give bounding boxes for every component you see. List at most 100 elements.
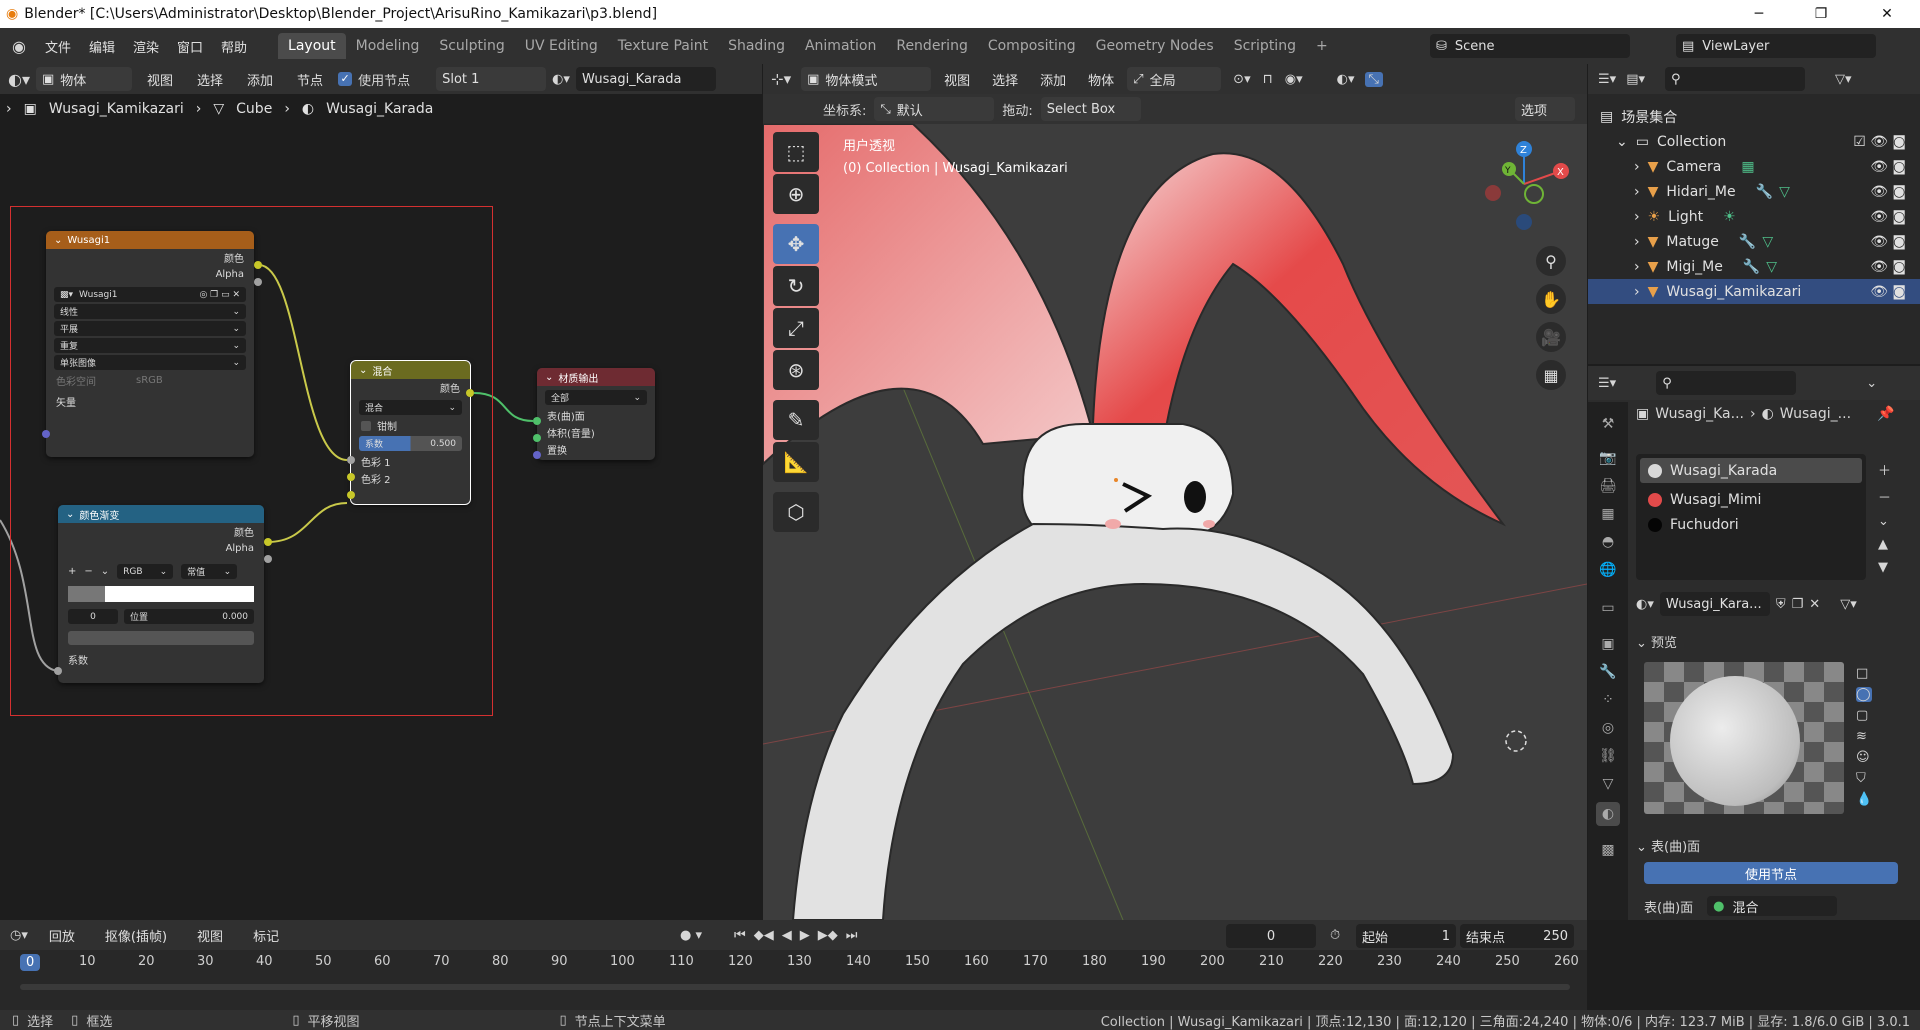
material-browse-icon[interactable]: ◐▾ <box>1636 597 1654 612</box>
vp-menu-object[interactable]: 物体 <box>1079 70 1123 89</box>
node-title[interactable]: ⌄ 颜色渐变 <box>58 505 264 523</box>
options-dropdown[interactable]: 选项 <box>1515 97 1575 121</box>
filter-icon[interactable]: ▽▾ <box>1835 72 1852 87</box>
tl-menu-view[interactable]: 视图 <box>188 926 232 945</box>
transform-tool[interactable]: ⊛ <box>773 350 819 390</box>
navigation-gizmo[interactable]: Z X Y <box>1479 134 1569 234</box>
image-selector[interactable]: ▩▾ Wusagi1 ◎ ❐ ▭ ✕ <box>54 287 246 302</box>
scale-tool[interactable]: ⤢ <box>773 308 819 348</box>
stop-index-field[interactable]: 0 <box>68 609 118 624</box>
socket-displacement-in[interactable] <box>533 451 541 459</box>
next-keyframe-icon[interactable]: ▶◆ <box>818 928 838 943</box>
preview-cube-icon[interactable]: ▢ <box>1856 708 1872 723</box>
tl-menu-keying[interactable]: 抠像(插帧) <box>96 926 176 945</box>
expand-icon[interactable]: › <box>1634 284 1640 300</box>
material-slot-list[interactable]: Wusagi_Karada Wusagi_Mimi Fuchudori <box>1636 454 1866 580</box>
view-layer-selector[interactable]: ▤ ViewLayer <box>1676 34 1876 58</box>
close-button[interactable]: ✕ <box>1864 0 1910 28</box>
material-output-node[interactable]: ⌄ 材质输出 全部 ⌄ 表(曲)面 体积(音量) 置换 <box>537 368 655 460</box>
material-name-field[interactable]: Wusagi_Kara... <box>1659 592 1770 616</box>
outliner-item-matuge[interactable]: › ▼ Matuge 🔧 ▽ 👁 ◙ <box>1588 229 1920 254</box>
scene-collection-row[interactable]: ▤ 场景集合 <box>1588 104 1920 129</box>
drag-dropdown[interactable]: Select Box <box>1040 97 1141 121</box>
surface-shader-field[interactable]: ● 混合 <box>1707 896 1838 916</box>
output-tab-icon[interactable]: 🖨 <box>1596 474 1620 498</box>
socket-surface-in[interactable] <box>533 417 541 425</box>
socket-alpha-out[interactable] <box>254 278 262 286</box>
preview-panel-header[interactable]: ⌄ 预览 <box>1636 632 1677 651</box>
menu-file[interactable]: 文件 <box>36 37 80 56</box>
socket-color2-in[interactable] <box>347 491 355 499</box>
menu-render[interactable]: 渲染 <box>124 37 168 56</box>
rotate-tool[interactable]: ↻ <box>773 266 819 306</box>
properties-editor[interactable]: ☰▾ ⚲ ⌄ ⚒ 📷 🖨 ▦ ◓ 🌐 ▭ ▣ 🔧 ⁘ ◎ ⛓ ▽ ◐ ▩ ▣ W… <box>1588 366 1920 920</box>
row-controls[interactable]: 👁 ◙ <box>1870 234 1906 250</box>
row-controls[interactable]: 👁 ◙ <box>1870 284 1906 300</box>
colorspace-row[interactable]: 色彩空间 sRGB <box>46 372 254 389</box>
remove-stop-button[interactable]: − <box>84 566 92 577</box>
editor-type-icon[interactable]: ☰▾ <box>1598 72 1616 87</box>
jump-end-icon[interactable]: ⏭ <box>846 928 858 943</box>
vp-menu-view[interactable]: 视图 <box>935 70 979 89</box>
row-controls[interactable]: ☑ 👁 ◙ <box>1853 134 1906 150</box>
tab-modeling[interactable]: Modeling <box>346 33 430 59</box>
playhead-frame[interactable]: 0 <box>20 954 41 971</box>
tab-compositing[interactable]: Compositing <box>978 33 1086 59</box>
proportional-edit-icon[interactable]: ◉▾ <box>1285 72 1303 87</box>
material-tab-icon[interactable]: ◐ <box>1596 802 1620 826</box>
expand-icon[interactable]: › <box>1634 259 1640 275</box>
play-icon[interactable]: ▶ <box>800 928 810 943</box>
play-reverse-icon[interactable]: ◀ <box>782 928 792 943</box>
row-controls[interactable]: 👁 ◙ <box>1870 209 1906 225</box>
world-tab-icon[interactable]: 🌐 <box>1596 558 1620 582</box>
outliner-item-hidari-me[interactable]: › ▼ Hidari_Me 🔧 ▽ 👁 ◙ <box>1588 179 1920 204</box>
socket-color-out[interactable] <box>254 261 262 269</box>
expand-icon[interactable]: › <box>1634 234 1640 250</box>
vp-menu-select[interactable]: 选择 <box>983 70 1027 89</box>
menu-edit[interactable]: 编辑 <box>80 37 124 56</box>
socket-vector-in[interactable] <box>42 430 50 438</box>
color-ramp-node[interactable]: ⌄ 颜色渐变 颜色 Alpha + − ⌄ RGB ⌄ 常值 ⌄ 0 位置 0.000 … <box>58 505 264 683</box>
gizmo-toggle-icon[interactable]: ⤡ <box>1364 71 1383 87</box>
fake-user-icon[interactable]: ⛨ <box>1776 597 1786 612</box>
cursor-tool[interactable]: ⊕ <box>773 174 819 214</box>
coord-dropdown[interactable]: ⤡ 默认 <box>874 97 995 121</box>
constraints-tab-icon[interactable]: ⛓ <box>1596 744 1620 768</box>
blend-mode-dropdown[interactable]: 混合 ⌄ <box>359 400 462 415</box>
stop-position-field[interactable]: 位置 0.000 <box>124 609 254 624</box>
image-buttons-icon[interactable]: ◎ ❐ ▭ ✕ <box>199 290 240 300</box>
jump-start-icon[interactable]: ⏮ <box>734 928 746 943</box>
camera-view-icon[interactable]: 🎥 <box>1536 322 1566 352</box>
record-button[interactable]: ● ▾ <box>680 928 702 943</box>
mix-node[interactable]: ⌄ 混合 颜色 混合 ⌄ 钳制 系数 0.500 色彩 1 色彩 2 <box>350 360 471 505</box>
render-tab-icon[interactable]: 📷 <box>1596 446 1620 470</box>
editor-type-icon[interactable]: ⊹▾ <box>771 70 791 88</box>
snap-icon[interactable]: ⊓ <box>1263 72 1273 87</box>
material-slot-item[interactable]: Wusagi_Karada <box>1640 458 1862 483</box>
annotate-tool[interactable]: ✎ <box>773 400 819 440</box>
ramp-interp-dropdown[interactable]: 常值 ⌄ <box>181 564 238 579</box>
tab-uv-editing[interactable]: UV Editing <box>515 33 608 59</box>
zoom-icon[interactable]: ⚲ <box>1536 246 1566 276</box>
menu-help[interactable]: 帮助 <box>212 37 256 56</box>
object-tab-icon[interactable]: ▣ <box>1596 632 1620 656</box>
row-controls[interactable]: 👁 ◙ <box>1870 159 1906 175</box>
outliner-item-light[interactable]: › ☀ Light ☀ 👁 ◙ <box>1588 204 1920 229</box>
data-tab-icon[interactable]: ▽ <box>1596 772 1620 796</box>
preview-monkey-icon[interactable]: ☺ <box>1856 750 1872 765</box>
node-title[interactable]: ⌄ 混合 <box>351 361 470 379</box>
socket-color-out[interactable] <box>264 538 272 546</box>
blender-menu-icon[interactable]: ◉ <box>12 37 26 56</box>
texture-tab-icon[interactable]: ▩ <box>1596 838 1620 862</box>
mode-dropdown[interactable]: ▣ 物体模式 <box>801 67 932 91</box>
overlay-icon[interactable]: ◐▾ <box>1337 72 1355 87</box>
ramp-menu-icon[interactable]: ⌄ <box>101 566 109 577</box>
outliner-item-wusagi-kamikazari[interactable]: › ▼ Wusagi_Kamikazari 👁 ◙ <box>1588 279 1920 304</box>
particles-tab-icon[interactable]: ⁘ <box>1596 688 1620 712</box>
surface-panel-header[interactable]: ⌄ 表(曲)面 <box>1636 836 1700 855</box>
transform-orientation-dropdown[interactable]: ⤢ 全局 <box>1127 67 1222 91</box>
options-icon[interactable]: ⌄ <box>1866 376 1877 391</box>
tab-shading[interactable]: Shading <box>718 33 795 59</box>
tl-menu-playback[interactable]: 回放 <box>40 926 84 945</box>
use-nodes-button[interactable]: 使用节点 <box>1644 862 1898 884</box>
